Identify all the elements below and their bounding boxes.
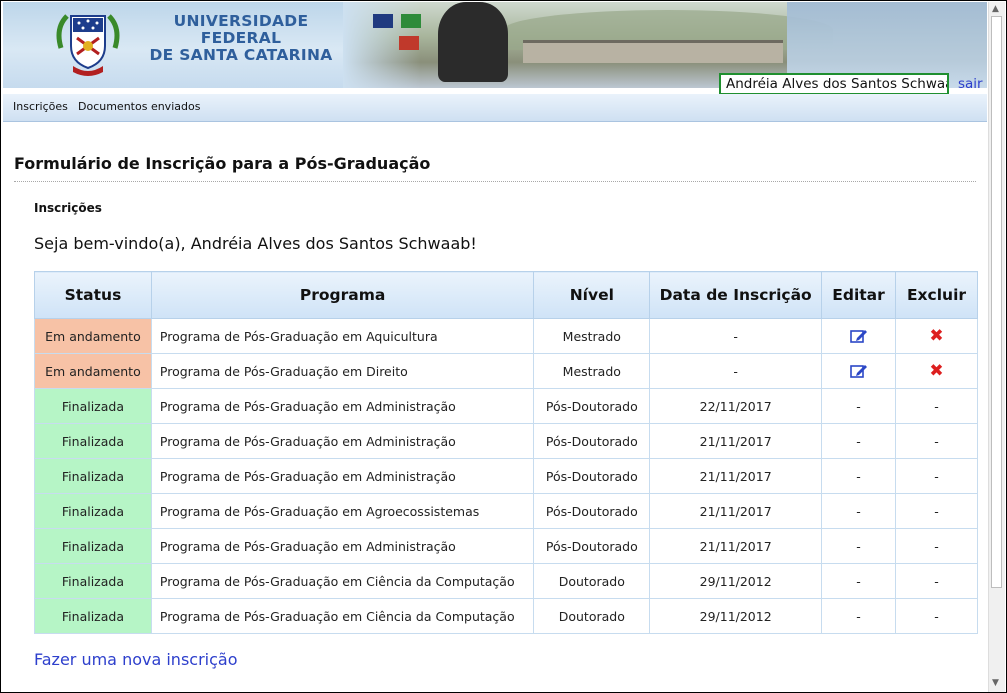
edit-cell: [821, 318, 897, 354]
edit-cell: -: [821, 563, 897, 599]
table-row: Finalizada Programa de Pós-Graduação em A…: [34, 423, 978, 459]
level-cell: Doutorado: [533, 598, 651, 634]
delete-cell: ✖: [895, 353, 978, 389]
date-cell: 21/11/2017: [649, 493, 823, 529]
nav-item-documentos-enviados[interactable]: Documentos enviados: [78, 100, 200, 113]
level-cell: Pós-Doutorado: [533, 458, 651, 494]
level-cell: Doutorado: [533, 563, 651, 599]
level-cell: Pós-Doutorado: [533, 388, 651, 424]
program-cell: Programa de Pós-Graduação em Ciência da …: [150, 598, 535, 634]
nav-item-inscricoes[interactable]: Inscrições: [13, 100, 68, 113]
status-cell: Finalizada: [34, 458, 152, 494]
level-cell: Pós-Doutorado: [533, 423, 651, 459]
delete-cell: -: [895, 563, 978, 599]
program-cell: Programa de Pós-Graduação em Administraç…: [150, 528, 535, 564]
edit-cell: [821, 353, 897, 389]
edit-cell: -: [821, 528, 897, 564]
scrollbar-thumb[interactable]: [991, 16, 1002, 588]
program-cell: Programa de Pós-Graduação em Ciência da …: [150, 563, 535, 599]
program-cell: Programa de Pós-Graduação em Agroecossis…: [150, 493, 535, 529]
edit-cell: -: [821, 598, 897, 634]
program-cell: Programa de Pós-Graduação em Administraç…: [150, 458, 535, 494]
edit-cell: -: [821, 423, 897, 459]
welcome-message: Seja bem-vindo(a), Andréia Alves dos San…: [34, 234, 477, 253]
column-header-program: Programa: [150, 271, 535, 319]
delete-cell: -: [895, 388, 978, 424]
logout-link[interactable]: sair: [958, 76, 983, 92]
table-row: Finalizada Programa de Pós-Graduação em C…: [34, 563, 978, 599]
table-header-row: Status Programa Nível Data de Inscrição …: [34, 271, 978, 319]
edit-cell: -: [821, 458, 897, 494]
status-cell: Finalizada: [34, 528, 152, 564]
table-row: Finalizada Programa de Pós-Graduação em A…: [34, 458, 978, 494]
edit-cell: -: [821, 388, 897, 424]
date-cell: 29/11/2012: [649, 598, 823, 634]
delete-cell: -: [895, 528, 978, 564]
status-cell: Finalizada: [34, 493, 152, 529]
browser-viewport: UNIVERSIDADE FEDERAL DE SANTA CATARINA A…: [0, 0, 1007, 693]
scroll-up-arrow-icon[interactable]: ▲: [992, 4, 999, 14]
date-cell: 22/11/2017: [649, 388, 823, 424]
status-cell: Finalizada: [34, 423, 152, 459]
delete-icon[interactable]: ✖: [929, 361, 943, 381]
status-cell: Finalizada: [34, 388, 152, 424]
subscriptions-table: Status Programa Nível Data de Inscrição …: [34, 271, 978, 634]
status-cell: Em andamento: [34, 353, 152, 389]
level-cell: Pós-Doutorado: [533, 528, 651, 564]
column-header-date: Data de Inscrição: [649, 271, 823, 319]
column-header-status: Status: [34, 271, 152, 319]
scroll-down-arrow-icon[interactable]: ▼: [992, 678, 999, 688]
title-divider: [14, 181, 976, 182]
delete-icon[interactable]: ✖: [929, 326, 943, 346]
table-row: Em andamento Programa de Pós-Graduação em…: [34, 318, 978, 354]
table-row: Finalizada Programa de Pós-Graduação em C…: [34, 598, 978, 634]
date-cell: 21/11/2017: [649, 458, 823, 494]
level-cell: Mestrado: [533, 318, 651, 354]
program-cell: Programa de Pós-Graduação em Administraç…: [150, 423, 535, 459]
edit-cell: -: [821, 493, 897, 529]
program-cell: Programa de Pós-Graduação em Administraç…: [150, 388, 535, 424]
delete-cell: -: [895, 423, 978, 459]
column-header-delete: Excluir: [895, 271, 978, 319]
date-cell: -: [649, 318, 823, 354]
section-title: Inscrições: [34, 201, 102, 215]
level-cell: Mestrado: [533, 353, 651, 389]
table-row: Finalizada Programa de Pós-Graduação em A…: [34, 528, 978, 564]
ufsc-crest-logo: [56, 14, 120, 76]
delete-cell: -: [895, 458, 978, 494]
new-subscription-link[interactable]: Fazer uma nova inscrição: [34, 650, 237, 669]
date-cell: 21/11/2017: [649, 528, 823, 564]
date-cell: -: [649, 353, 823, 389]
table-row: Finalizada Programa de Pós-Graduação em A…: [34, 493, 978, 529]
logged-user-name: Andréia Alves dos Santos Schwaab: [719, 73, 949, 95]
edit-icon[interactable]: [849, 328, 868, 344]
column-header-edit: Editar: [821, 271, 897, 319]
edit-icon[interactable]: [849, 363, 868, 379]
vertical-scrollbar[interactable]: ▲ ▼: [988, 2, 1005, 692]
university-name-line1: UNIVERSIDADE FEDERAL: [173, 12, 309, 47]
main-nav: Inscrições Documentos enviados: [3, 94, 987, 122]
delete-cell: ✖: [895, 318, 978, 354]
table-row: Finalizada Programa de Pós-Graduação em A…: [34, 388, 978, 424]
status-cell: Finalizada: [34, 598, 152, 634]
date-cell: 29/11/2012: [649, 563, 823, 599]
page-title: Formulário de Inscrição para a Pós-Gradu…: [14, 154, 431, 173]
university-name: UNIVERSIDADE FEDERAL DE SANTA CATARINA: [131, 13, 351, 64]
delete-cell: -: [895, 493, 978, 529]
delete-cell: -: [895, 598, 978, 634]
level-cell: Pós-Doutorado: [533, 493, 651, 529]
program-cell: Programa de Pós-Graduação em Direito: [150, 353, 535, 389]
university-name-line2: DE SANTA CATARINA: [149, 46, 333, 64]
date-cell: 21/11/2017: [649, 423, 823, 459]
column-header-level: Nível: [533, 271, 651, 319]
program-cell: Programa de Pós-Graduação em Aquicultura: [150, 318, 535, 354]
status-cell: Em andamento: [34, 318, 152, 354]
status-cell: Finalizada: [34, 563, 152, 599]
table-row: Em andamento Programa de Pós-Graduação em…: [34, 353, 978, 389]
